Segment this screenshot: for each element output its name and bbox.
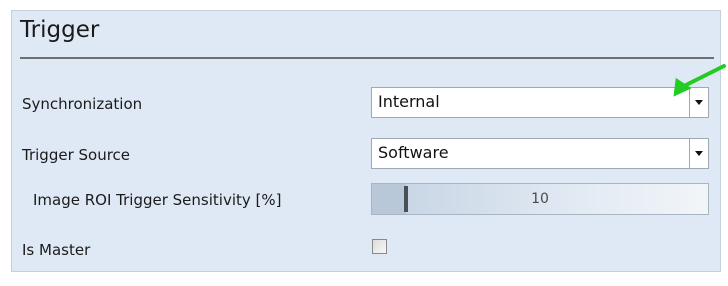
sensitivity-label: Image ROI Trigger Sensitivity [%] [33, 191, 282, 209]
synchronization-select[interactable]: Internal [371, 87, 709, 118]
synchronization-value: Internal [378, 92, 440, 111]
chevron-down-icon [695, 100, 703, 105]
synchronization-label: Synchronization [22, 95, 143, 113]
chevron-down-icon [695, 151, 703, 156]
trigger-source-dropdown-button[interactable] [689, 139, 708, 168]
section-title: Trigger [20, 17, 100, 43]
sensitivity-value: 10 [531, 191, 549, 207]
trigger-source-select[interactable]: Software [371, 138, 709, 169]
trigger-panel: Trigger Synchronization Internal Trigger… [11, 10, 721, 272]
trigger-source-value: Software [378, 143, 449, 162]
is-master-checkbox[interactable] [372, 239, 387, 254]
header-divider [20, 57, 714, 59]
trigger-source-label: Trigger Source [22, 146, 131, 164]
green-arrow-icon [673, 64, 726, 97]
is-master-label: Is Master [22, 241, 91, 259]
sensitivity-slider[interactable]: 10 [371, 183, 709, 215]
section-header: Trigger [12, 11, 720, 59]
